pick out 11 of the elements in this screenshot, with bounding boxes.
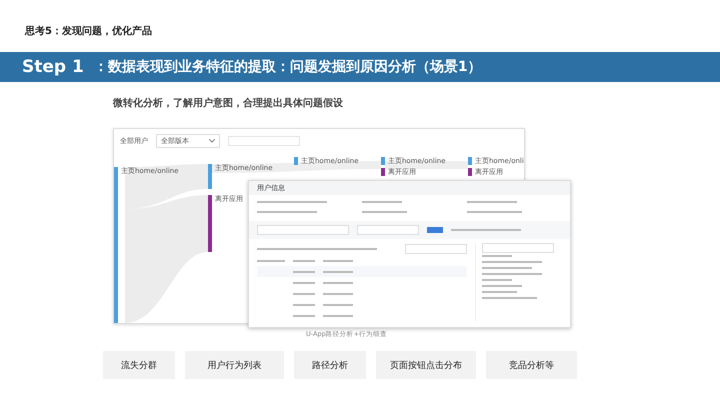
step-label: Step 1 <box>22 57 84 77</box>
feature-tag: 竞品分析等 <box>486 351 577 379</box>
banner-title: ：数据表现到业务特征的提取：问题发掘到原因分析（场景1） <box>94 58 482 76</box>
feature-tag: 页面按钮点击分布 <box>376 351 476 379</box>
feature-tag: 流失分群 <box>103 351 175 379</box>
date-range-field[interactable] <box>228 136 300 146</box>
caret-icon <box>209 139 215 143</box>
feature-tag: 路径分析 <box>294 351 366 379</box>
page-title: 思考5：发现问题，优化产品 <box>25 24 153 38</box>
subtitle: 微转化分析，了解用户意图，合理提出具体问题假设 <box>113 96 344 110</box>
feature-tag: 用户行为列表 <box>185 351 284 379</box>
